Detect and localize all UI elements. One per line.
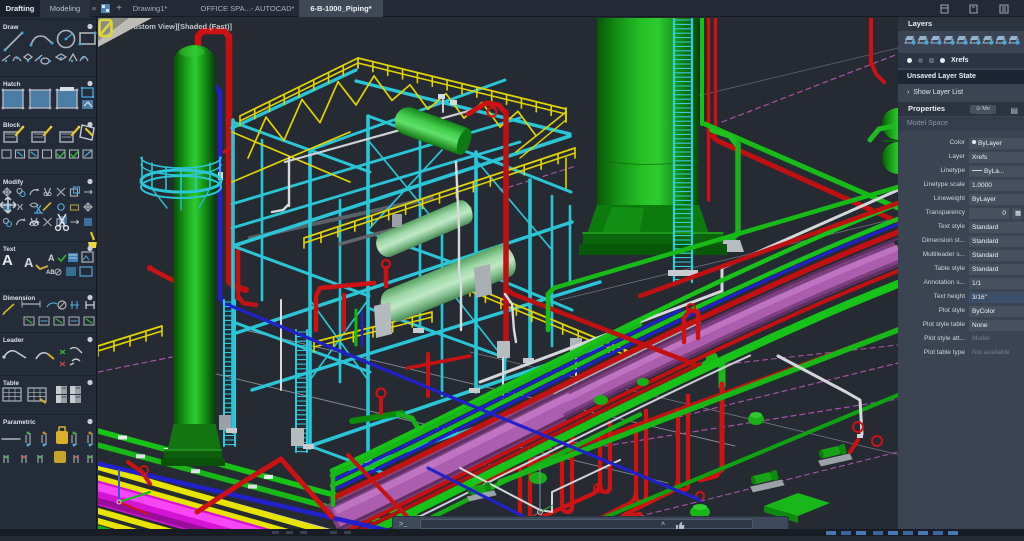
svg-text:A: A — [2, 252, 13, 269]
svg-text:AB: AB — [46, 270, 55, 276]
svg-text:Dimension: Dimension — [3, 295, 35, 302]
svg-text:A: A — [48, 253, 55, 263]
svg-text:Table: Table — [3, 380, 19, 387]
svg-text:Parametric: Parametric — [3, 419, 36, 426]
svg-text:Block: Block — [3, 122, 21, 129]
svg-text:A: A — [24, 255, 34, 270]
svg-text:Modify: Modify — [3, 179, 24, 186]
svg-text:Leader: Leader — [3, 337, 24, 344]
svg-text:Draw: Draw — [3, 24, 18, 31]
svg-text:Hatch: Hatch — [3, 81, 21, 88]
